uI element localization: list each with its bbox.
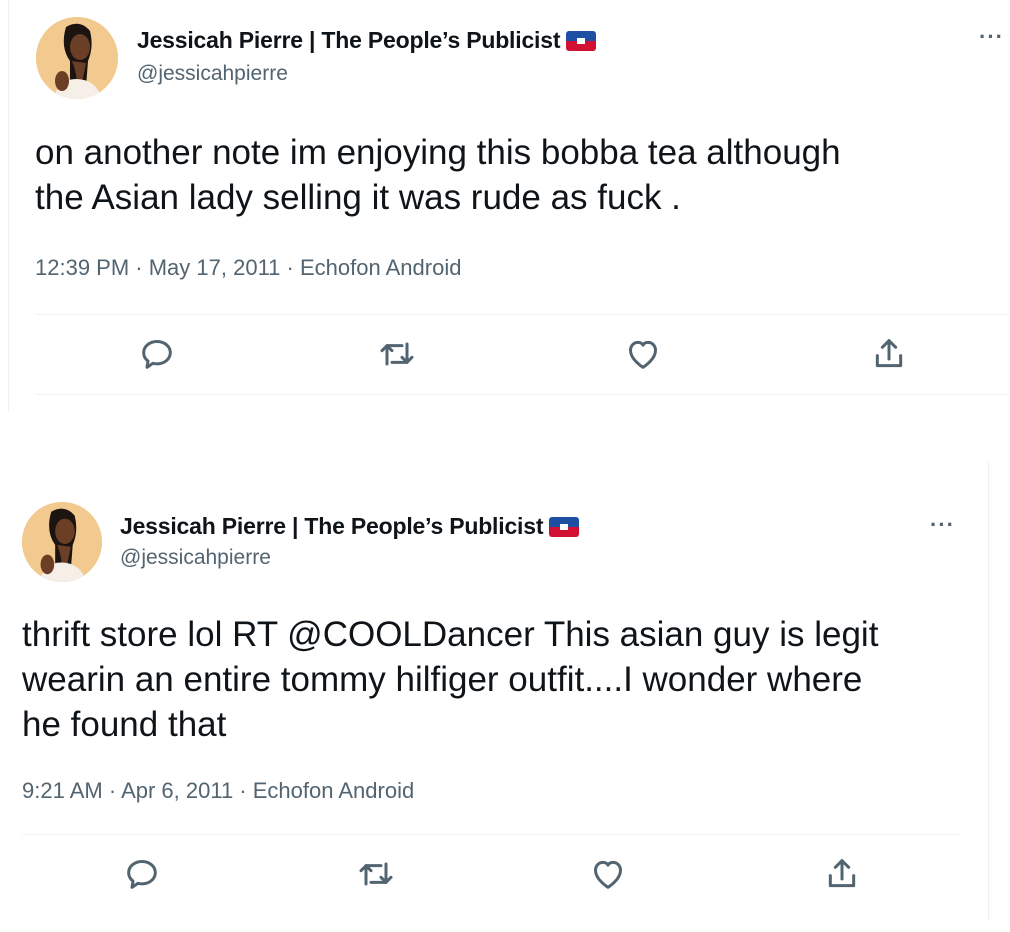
haiti-flag-icon [549,516,580,537]
tweet-date[interactable]: May 17, 2011 [149,255,281,280]
tweet-time[interactable]: 9:21 AM [22,778,103,803]
handle[interactable]: @jessicahpierre [120,546,271,570]
handle[interactable]: @jessicahpierre [137,62,288,86]
tweet-text-line: he found that [22,705,227,744]
tweet-text: thrift store lol RT @COOLDancer This asi… [22,612,878,747]
meta-separator: · [280,255,300,280]
like-icon[interactable] [623,334,663,374]
tweet-text: on another note im enjoying this bobba t… [35,130,841,220]
more-options-icon[interactable]: ··· [979,26,1004,48]
share-icon[interactable] [822,854,862,894]
tweet-text-line: on another note im enjoying this bobba t… [35,133,841,172]
haiti-flag-icon [566,30,597,51]
more-options-icon[interactable]: ··· [930,514,955,536]
meta-separator: · [102,778,122,803]
avatar-image [22,502,102,582]
avatar[interactable] [36,17,118,99]
retweet-icon[interactable] [377,334,417,374]
divider [35,314,1009,315]
divider [22,834,960,835]
author-row[interactable]: Jessicah Pierre | The People’s Publicist [120,513,580,540]
divider [35,394,1009,395]
display-name[interactable]: Jessicah Pierre | The People’s Publicist [120,513,543,540]
tweet-meta: 12:39 PM · May 17, 2011 · Echofon Androi… [35,255,461,281]
tweet-source[interactable]: Echofon Android [253,778,414,803]
avatar[interactable] [22,502,102,582]
like-icon[interactable] [588,854,628,894]
tweet-text-line: wearin an entire tommy hilfiger outfit..… [22,660,863,699]
avatar-image [36,17,118,99]
display-name[interactable]: Jessicah Pierre | The People’s Publicist [137,27,560,54]
reply-icon[interactable] [137,334,177,374]
share-icon[interactable] [869,334,909,374]
tweet-text-line: thrift store lol RT @COOLDancer This asi… [22,615,879,654]
tweet-date[interactable]: Apr 6, 2011 [121,778,233,803]
meta-separator: · [233,778,253,803]
author-row[interactable]: Jessicah Pierre | The People’s Publicist [137,27,597,54]
tweet-meta: 9:21 AM · Apr 6, 2011 · Echofon Android [22,778,414,804]
tweet-card: Jessicah Pierre | The People’s Publicist… [0,462,989,920]
tweet-source[interactable]: Echofon Android [300,255,461,280]
meta-separator: · [129,255,149,280]
tweet-card: Jessicah Pierre | The People’s Publicist… [8,0,1010,412]
reply-icon[interactable] [122,854,162,894]
tweet-time[interactable]: 12:39 PM [35,255,129,280]
retweet-icon[interactable] [356,854,396,894]
tweet-text-line: the Asian lady selling it was rude as fu… [35,178,681,217]
